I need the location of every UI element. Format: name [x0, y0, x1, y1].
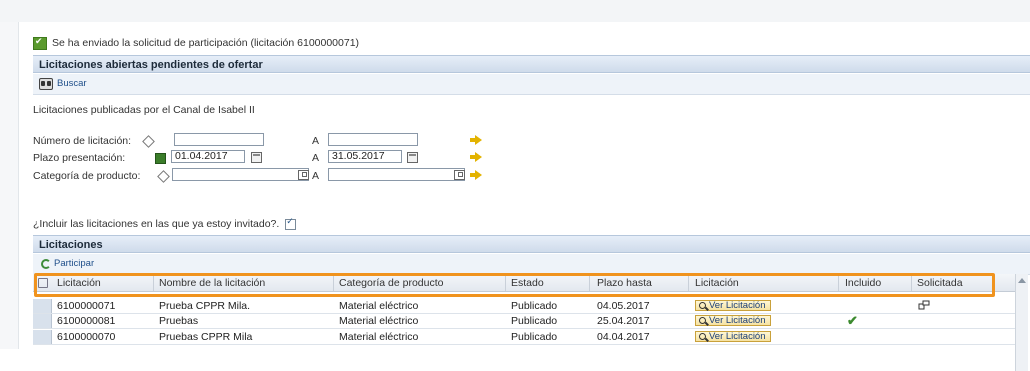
table-row[interactable]: 6100000070 Pruebas CPPR Mila Material el…	[33, 330, 1015, 345]
category-label: Categoría de producto:	[33, 170, 141, 182]
section-title: Licitaciones abiertas pendientes de ofer…	[33, 55, 1030, 73]
tender-status: Publicado	[511, 300, 558, 312]
category-to-label: A	[312, 170, 320, 182]
top-band	[0, 0, 1030, 22]
requested-icon	[918, 300, 930, 310]
tender-category: Material eléctrico	[339, 315, 419, 327]
deadline-label: Plazo presentación:	[33, 152, 126, 164]
view-tender-button[interactable]: Ver Licitación	[695, 331, 771, 342]
magnifier-icon	[699, 333, 706, 340]
row-selector[interactable]	[33, 330, 52, 344]
option-diamond-icon[interactable]	[157, 170, 170, 183]
search-arrow-icon[interactable]	[470, 170, 482, 180]
tender-id: 6100000081	[57, 315, 116, 327]
deadline-from-input[interactable]: 01.04.2017	[171, 150, 245, 163]
search-button-label: Buscar	[57, 78, 87, 89]
view-tender-label: Ver Licitación	[709, 300, 766, 311]
tender-id: 6100000071	[57, 300, 116, 312]
number-label: Número de licitación:	[33, 135, 132, 147]
category-to-input[interactable]	[328, 168, 465, 181]
search-toolbar: Buscar	[33, 74, 1030, 95]
include-invited-checkbox[interactable]	[285, 216, 297, 230]
tender-deadline: 25.04.2017	[597, 315, 650, 327]
row-selector[interactable]	[33, 299, 52, 313]
search-button[interactable]: Buscar	[39, 77, 87, 90]
list-title: Licitaciones	[33, 235, 1030, 253]
published-by-text: Licitaciones publicadas por el Canal de …	[33, 104, 255, 116]
participate-icon	[41, 258, 51, 269]
deadline-to-input[interactable]: 31.05.2017	[328, 150, 402, 163]
success-message-text: Se ha enviado la solicitud de participac…	[52, 37, 360, 49]
magnifier-icon	[699, 317, 706, 324]
tender-status: Publicado	[511, 315, 558, 327]
tender-category: Material eléctrico	[339, 331, 419, 343]
binoculars-icon	[39, 77, 53, 90]
number-to-input[interactable]	[328, 133, 418, 146]
view-tender-label: Ver Licitación	[709, 315, 766, 326]
scroll-up-icon[interactable]	[1018, 278, 1026, 283]
row-highlight	[34, 273, 995, 297]
left-band	[0, 22, 18, 349]
tender-name: Prueba CPPR Mila.	[159, 300, 251, 312]
table-scrollbar[interactable]	[1015, 274, 1028, 371]
view-tender-label: Ver Licitación	[709, 331, 766, 342]
option-diamond-icon[interactable]	[142, 135, 155, 148]
number-to-label: A	[312, 135, 320, 147]
tender-category: Material eléctrico	[339, 300, 419, 312]
value-help-icon[interactable]	[298, 170, 309, 180]
success-message: Se ha enviado la solicitud de participac…	[33, 36, 359, 50]
green-check-icon: ✔	[847, 313, 858, 328]
table-row[interactable]: 6100000071 Prueba CPPR Mila. Material el…	[33, 299, 1015, 314]
search-arrow-icon[interactable]	[470, 135, 482, 145]
tender-name: Pruebas	[159, 315, 199, 327]
tender-deadline: 04.05.2017	[597, 300, 650, 312]
include-invited-row: ¿Incluir las licitaciones en las que ya …	[33, 216, 297, 230]
value-help-icon[interactable]	[454, 170, 465, 180]
success-check-icon	[33, 36, 47, 50]
list-toolbar: Participar	[33, 254, 1030, 275]
calendar-icon[interactable]	[155, 153, 166, 164]
participate-button[interactable]: Participar	[41, 258, 94, 269]
category-from-input[interactable]	[172, 168, 309, 181]
tender-name: Pruebas CPPR Mila	[159, 331, 253, 343]
magnifier-icon	[699, 302, 706, 309]
number-from-input[interactable]	[174, 133, 264, 146]
search-arrow-icon[interactable]	[470, 152, 482, 162]
calendar-picker-icon[interactable]	[407, 152, 418, 163]
table-row[interactable]: 6100000081 Pruebas Material eléctrico Pu…	[33, 313, 1015, 329]
participate-button-label: Participar	[54, 258, 95, 269]
tender-deadline: 04.04.2017	[597, 331, 650, 343]
calendar-picker-icon[interactable]	[251, 152, 262, 163]
row-selector[interactable]	[33, 314, 52, 328]
view-tender-button[interactable]: Ver Licitación	[695, 315, 771, 326]
view-tender-button[interactable]: Ver Licitación	[695, 300, 771, 311]
deadline-to-label: A	[312, 152, 320, 164]
tender-id: 6100000070	[57, 331, 116, 343]
include-invited-label: ¿Incluir las licitaciones en las que ya …	[33, 218, 280, 230]
main-panel: Se ha enviado la solicitud de participac…	[18, 22, 1030, 371]
tender-status: Publicado	[511, 331, 558, 343]
